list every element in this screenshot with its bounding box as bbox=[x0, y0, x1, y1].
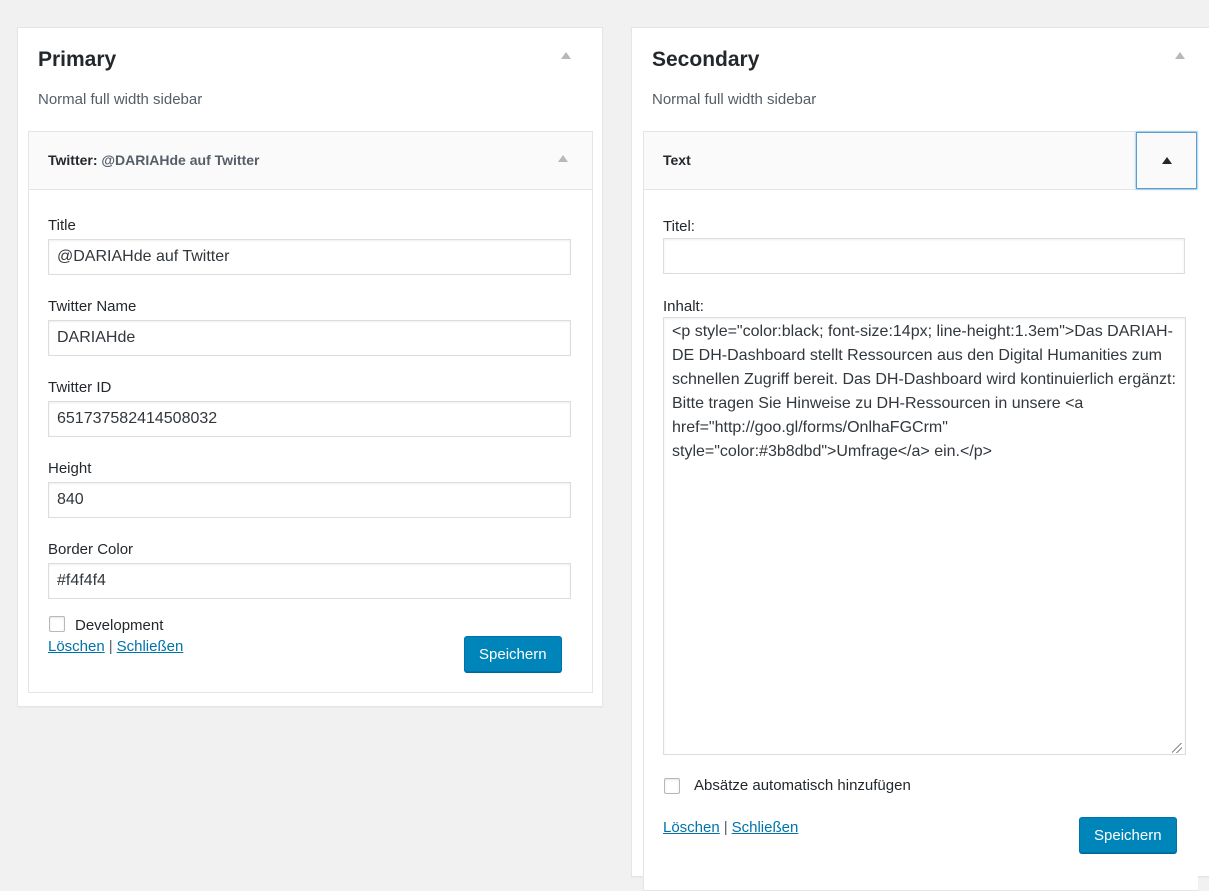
secondary-sidebar-collapse-icon[interactable] bbox=[1175, 52, 1185, 59]
text-save-button[interactable]: Speichern bbox=[1079, 817, 1177, 853]
twitter-name-input[interactable] bbox=[48, 320, 571, 356]
title-label: Title bbox=[48, 217, 76, 234]
twitter-id-label: Twitter ID bbox=[48, 379, 112, 396]
link-separator: | bbox=[723, 819, 728, 836]
widget-type-label: Twitter: bbox=[48, 152, 98, 168]
text-widget-toggle-button[interactable] bbox=[1136, 132, 1197, 189]
text-widget-control-links: Löschen | Schließen bbox=[663, 819, 798, 836]
twitter-widget: Twitter: @DARIAHde auf Twitter Title Twi… bbox=[28, 131, 593, 693]
twitter-widget-title: Twitter: @DARIAHde auf Twitter bbox=[48, 152, 259, 168]
auto-paragraph-checkbox[interactable] bbox=[664, 778, 680, 794]
primary-sidebar: Primary Normal full width sidebar Twitte… bbox=[17, 27, 603, 707]
border-color-label: Border Color bbox=[48, 541, 134, 558]
twitter-id-input[interactable] bbox=[48, 401, 571, 437]
twitter-name-label: Twitter Name bbox=[48, 298, 137, 315]
secondary-sidebar-description: Normal full width sidebar bbox=[652, 91, 817, 108]
link-separator: | bbox=[108, 638, 113, 655]
text-widget-title-input[interactable] bbox=[663, 238, 1185, 274]
text-close-link[interactable]: Schließen bbox=[732, 819, 799, 836]
height-label: Height bbox=[48, 460, 92, 477]
primary-sidebar-title[interactable]: Primary bbox=[38, 48, 116, 72]
text-delete-link[interactable]: Löschen bbox=[663, 819, 720, 836]
widget-control-links: Löschen | Schließen bbox=[48, 638, 183, 655]
development-checkbox[interactable] bbox=[49, 616, 65, 632]
secondary-sidebar: Secondary Normal full width sidebar Text… bbox=[631, 27, 1209, 891]
delete-link[interactable]: Löschen bbox=[48, 638, 105, 655]
text-widget-header[interactable]: Text bbox=[644, 132, 1198, 190]
primary-sidebar-description: Normal full width sidebar bbox=[38, 91, 203, 108]
close-link[interactable]: Schließen bbox=[117, 638, 184, 655]
twitter-title-input[interactable] bbox=[48, 239, 571, 275]
secondary-sidebar-title[interactable]: Secondary bbox=[652, 48, 759, 72]
text-widget-title: Text bbox=[663, 152, 691, 168]
border-color-input[interactable] bbox=[48, 563, 571, 599]
auto-paragraph-label: Absätze automatisch hinzufügen bbox=[694, 777, 911, 794]
widget-in-title: @DARIAHde auf Twitter bbox=[101, 152, 260, 168]
content-textarea[interactable]: <p style="color:black; font-size:14px; l… bbox=[663, 317, 1186, 755]
inhalt-label: Inhalt: bbox=[663, 298, 704, 315]
resize-handle-icon[interactable] bbox=[1172, 743, 1182, 753]
twitter-widget-header[interactable]: Twitter: @DARIAHde auf Twitter bbox=[29, 132, 592, 190]
development-label: Development bbox=[75, 617, 164, 634]
save-button[interactable]: Speichern bbox=[464, 636, 562, 672]
caret-up-icon bbox=[1162, 157, 1172, 164]
titel-label: Titel: bbox=[663, 218, 695, 235]
twitter-widget-toggle-icon[interactable] bbox=[558, 155, 568, 162]
primary-sidebar-collapse-icon[interactable] bbox=[561, 52, 571, 59]
height-input[interactable] bbox=[48, 482, 571, 518]
